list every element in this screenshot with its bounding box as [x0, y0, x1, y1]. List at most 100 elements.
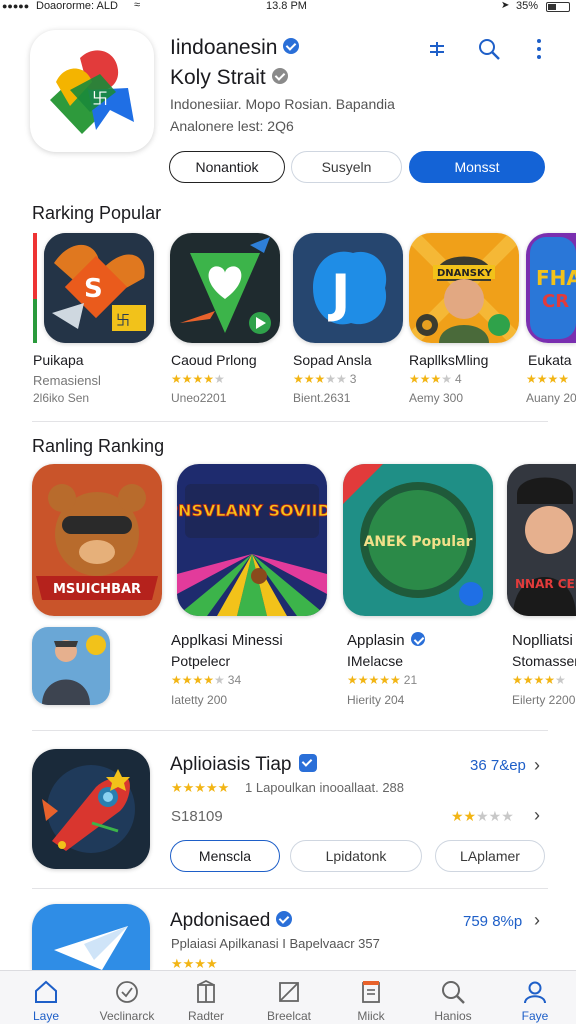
person-icon	[524, 981, 546, 1004]
status-bar: ●●●●● Doaororme: ALD ≈ 13.8 PM ➤ 35%	[0, 0, 576, 14]
tab-label: Laye	[32, 1009, 60, 1023]
banner-label-3: ANEK Popular	[364, 534, 473, 550]
document-icon	[362, 981, 380, 1003]
verified-icon	[299, 753, 318, 772]
ranking-app-rating-1: ★★★★★ 34	[171, 673, 242, 687]
popular-app-icon-3[interactable]: J	[293, 233, 403, 343]
featured-app-icon-1[interactable]	[32, 749, 150, 869]
chevron-right-icon[interactable]: ›	[534, 755, 540, 776]
popular-app-icon-4[interactable]: DNANSKY	[409, 233, 519, 343]
tab-home[interactable]: Laye	[5, 971, 87, 1024]
popular-app-rating-3: ★★★★★ 3	[293, 372, 357, 386]
scroll-edge-indicator	[33, 233, 37, 343]
tab-breelcat[interactable]: Breelcat	[248, 971, 330, 1024]
featured-app-price-2[interactable]: 759 8%p	[463, 913, 522, 930]
popular-app-rating-4: ★★★★ 4	[409, 372, 462, 386]
tab-profile[interactable]: Faye	[494, 971, 576, 1024]
ranking-app-line2-2: IMelacse	[347, 653, 404, 669]
tab-radter[interactable]: Radter	[165, 971, 247, 1024]
featured-app-title-1: Aplioiasis Tiap	[170, 753, 318, 776]
popular-app-meta-4: Aemy 300	[409, 391, 464, 405]
tab-label: Hanios	[434, 1009, 472, 1023]
ranking-app-icon-1[interactable]	[32, 627, 110, 705]
banner-label-4: NNAR CEF	[515, 577, 576, 591]
chevron-right-icon[interactable]: ›	[534, 910, 540, 931]
popular-app-icon-5[interactable]: FHA CR	[526, 233, 576, 343]
location-icon: ➤	[501, 0, 510, 11]
popular-app-name-5: Eukata	[528, 352, 572, 368]
battery-percent: 35%	[516, 0, 539, 12]
popular-app-name-1: Puikapa	[33, 352, 84, 368]
featured-app-price-1[interactable]: 36 7&ep	[470, 757, 526, 774]
ranking-app-line2-1: Potpelecr	[171, 653, 231, 669]
ranking-app-name-1: Applkasi Minessi	[171, 632, 283, 649]
popular-app-icon-1[interactable]: S 卐	[44, 233, 154, 343]
svg-text:DNANSKY: DNANSKY	[437, 268, 493, 279]
app-subtitle: Koly Strait	[170, 66, 288, 90]
search-icon	[442, 981, 465, 1004]
app-description-line2: Analonere lest: 2Q6	[170, 118, 294, 134]
wifi-icon: ≈	[134, 0, 141, 11]
ranking-app-meta-3: Eilerty 2200	[512, 693, 576, 707]
divider	[32, 888, 548, 889]
svg-text:J: J	[328, 264, 350, 324]
popular-app-icon-2[interactable]	[170, 233, 280, 343]
ranking-banner-1[interactable]: MSUICHBAR	[32, 464, 162, 616]
header-button-primary[interactable]: Monsst	[409, 151, 545, 183]
home-icon	[35, 980, 57, 1003]
featured-app-icon-2[interactable]	[32, 904, 150, 970]
featured-app-subtitle-1: 1 Lapoulkan inooallaat. 288	[245, 780, 405, 795]
tab-veclinarck[interactable]: Veclinarck	[86, 971, 168, 1024]
tab-search[interactable]: Hanios	[412, 971, 494, 1024]
carrier-label: Doaororme: ALD	[36, 0, 118, 12]
divider	[32, 730, 548, 731]
filter-icon[interactable]	[424, 36, 450, 62]
section-title-popular: Rarking Popular	[32, 203, 162, 223]
featured-app-subtitle-2: Pplaiasi Apilkanasi I Bapelvaacr 357	[171, 936, 380, 951]
ranking-app-rating-2: ★★★★★ 21	[347, 673, 418, 687]
verified-icon	[276, 910, 293, 927]
app-icon[interactable]: 卐	[30, 30, 154, 152]
checkmark-circle-icon	[116, 981, 138, 1003]
svg-text:卐: 卐	[116, 313, 130, 329]
more-icon[interactable]	[526, 36, 552, 62]
featured-button-3[interactable]: LAplamer	[435, 840, 545, 872]
ranking-app-line2-3: Stomasser	[512, 653, 576, 669]
tab-label: Miick	[357, 1009, 385, 1023]
app-description: Indonesiiar. Mopo Rosian. Bapandia	[170, 96, 395, 112]
popular-app-rating-5: ★★★★	[526, 372, 570, 386]
featured-button-1[interactable]: Menscla	[170, 840, 280, 872]
svg-text:CR: CR	[542, 291, 569, 312]
ranking-banner-3[interactable]: ANEK Popular	[343, 464, 493, 616]
verified-icon	[410, 632, 425, 647]
check-icon	[271, 68, 288, 85]
popular-app-name-2: Caoud Prlong	[171, 352, 257, 368]
ranking-app-name-2: Applasin	[347, 632, 425, 649]
popular-app-meta-1: 2l6iko Sen	[33, 391, 90, 405]
ranking-banner-4[interactable]: NNAR CEF	[507, 464, 576, 616]
clock: 13.8 PM	[266, 0, 307, 12]
banner-label-1: MSUICHBAR	[53, 582, 141, 597]
featured-button-2[interactable]: Lpidatonk	[290, 840, 422, 872]
ranking-app-meta-2: Hierity 204	[347, 693, 405, 707]
banner-label-2: SOPNSVLANY SOVIIDAA!	[177, 501, 327, 520]
header-button-2[interactable]: Susyeln	[291, 151, 402, 183]
divider	[32, 421, 548, 422]
search-icon[interactable]	[476, 36, 502, 62]
popular-app-rating-2: ★★★★★	[171, 372, 225, 386]
tab-miick[interactable]: Miick	[330, 971, 412, 1024]
svg-text:S: S	[84, 274, 103, 304]
featured-app-rating-2: ★★★★★	[451, 808, 514, 824]
building-icon	[197, 979, 215, 1003]
ranking-app-meta-1: Iatetty 200	[171, 693, 228, 707]
featured-app-sub-1: S18109	[171, 808, 223, 825]
header-button-1[interactable]: Nonantiok	[169, 151, 285, 183]
chevron-right-icon[interactable]: ›	[534, 805, 540, 826]
ranking-banner-2[interactable]: SOPNSVLANY SOVIIDAA!	[177, 464, 327, 616]
verified-icon	[283, 38, 300, 55]
tab-label: Faye	[521, 1009, 549, 1023]
ranking-app-name-3: Noplliatsi	[512, 632, 573, 649]
svg-text:卐: 卐	[92, 89, 108, 108]
popular-app-meta-3: Bient.2631	[293, 391, 351, 405]
tab-label: Veclinarck	[99, 1009, 155, 1023]
